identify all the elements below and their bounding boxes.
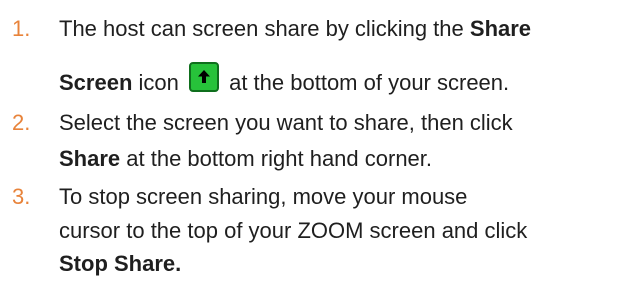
- step-text: at the bottom right hand corner.: [120, 146, 433, 171]
- share-screen-arrow-up-icon: [188, 62, 219, 92]
- step-number: 3.: [12, 184, 31, 209]
- step-text: at the bottom of your screen.: [222, 70, 510, 95]
- step-2-line-2: Share at the bottom right hand corner.: [59, 144, 432, 174]
- step-text: Select the screen you want to share, the…: [59, 110, 513, 135]
- step-3-line-3: Stop Share.: [59, 249, 181, 279]
- step-number: 2.: [12, 110, 31, 135]
- step-text: The host can screen share by clicking th…: [59, 16, 470, 41]
- step-text: icon: [132, 70, 185, 95]
- step-text: cursor to the top of your ZOOM screen an…: [59, 218, 528, 243]
- step-3-line-2: cursor to the top of your ZOOM screen an…: [59, 216, 527, 246]
- step-2-line-1: Select the screen you want to share, the…: [59, 108, 513, 138]
- step-bold-text: Share: [59, 146, 121, 171]
- step-bold-text: Share: [469, 16, 532, 41]
- step-bold-text: Stop Share.: [59, 251, 182, 276]
- instruction-list: 1. The host can screen share by clicking…: [0, 0, 629, 283]
- step-3-line-1: To stop screen sharing, move your mouse: [59, 182, 467, 212]
- step-1-line-1: The host can screen share by clicking th…: [59, 14, 531, 44]
- step-number: 1.: [12, 16, 31, 41]
- step-bold-text: Screen: [59, 70, 133, 95]
- step-1-line-2: Screen icon at the bottom of your screen…: [59, 62, 509, 98]
- step-text: To stop screen sharing, move your mouse: [59, 184, 468, 209]
